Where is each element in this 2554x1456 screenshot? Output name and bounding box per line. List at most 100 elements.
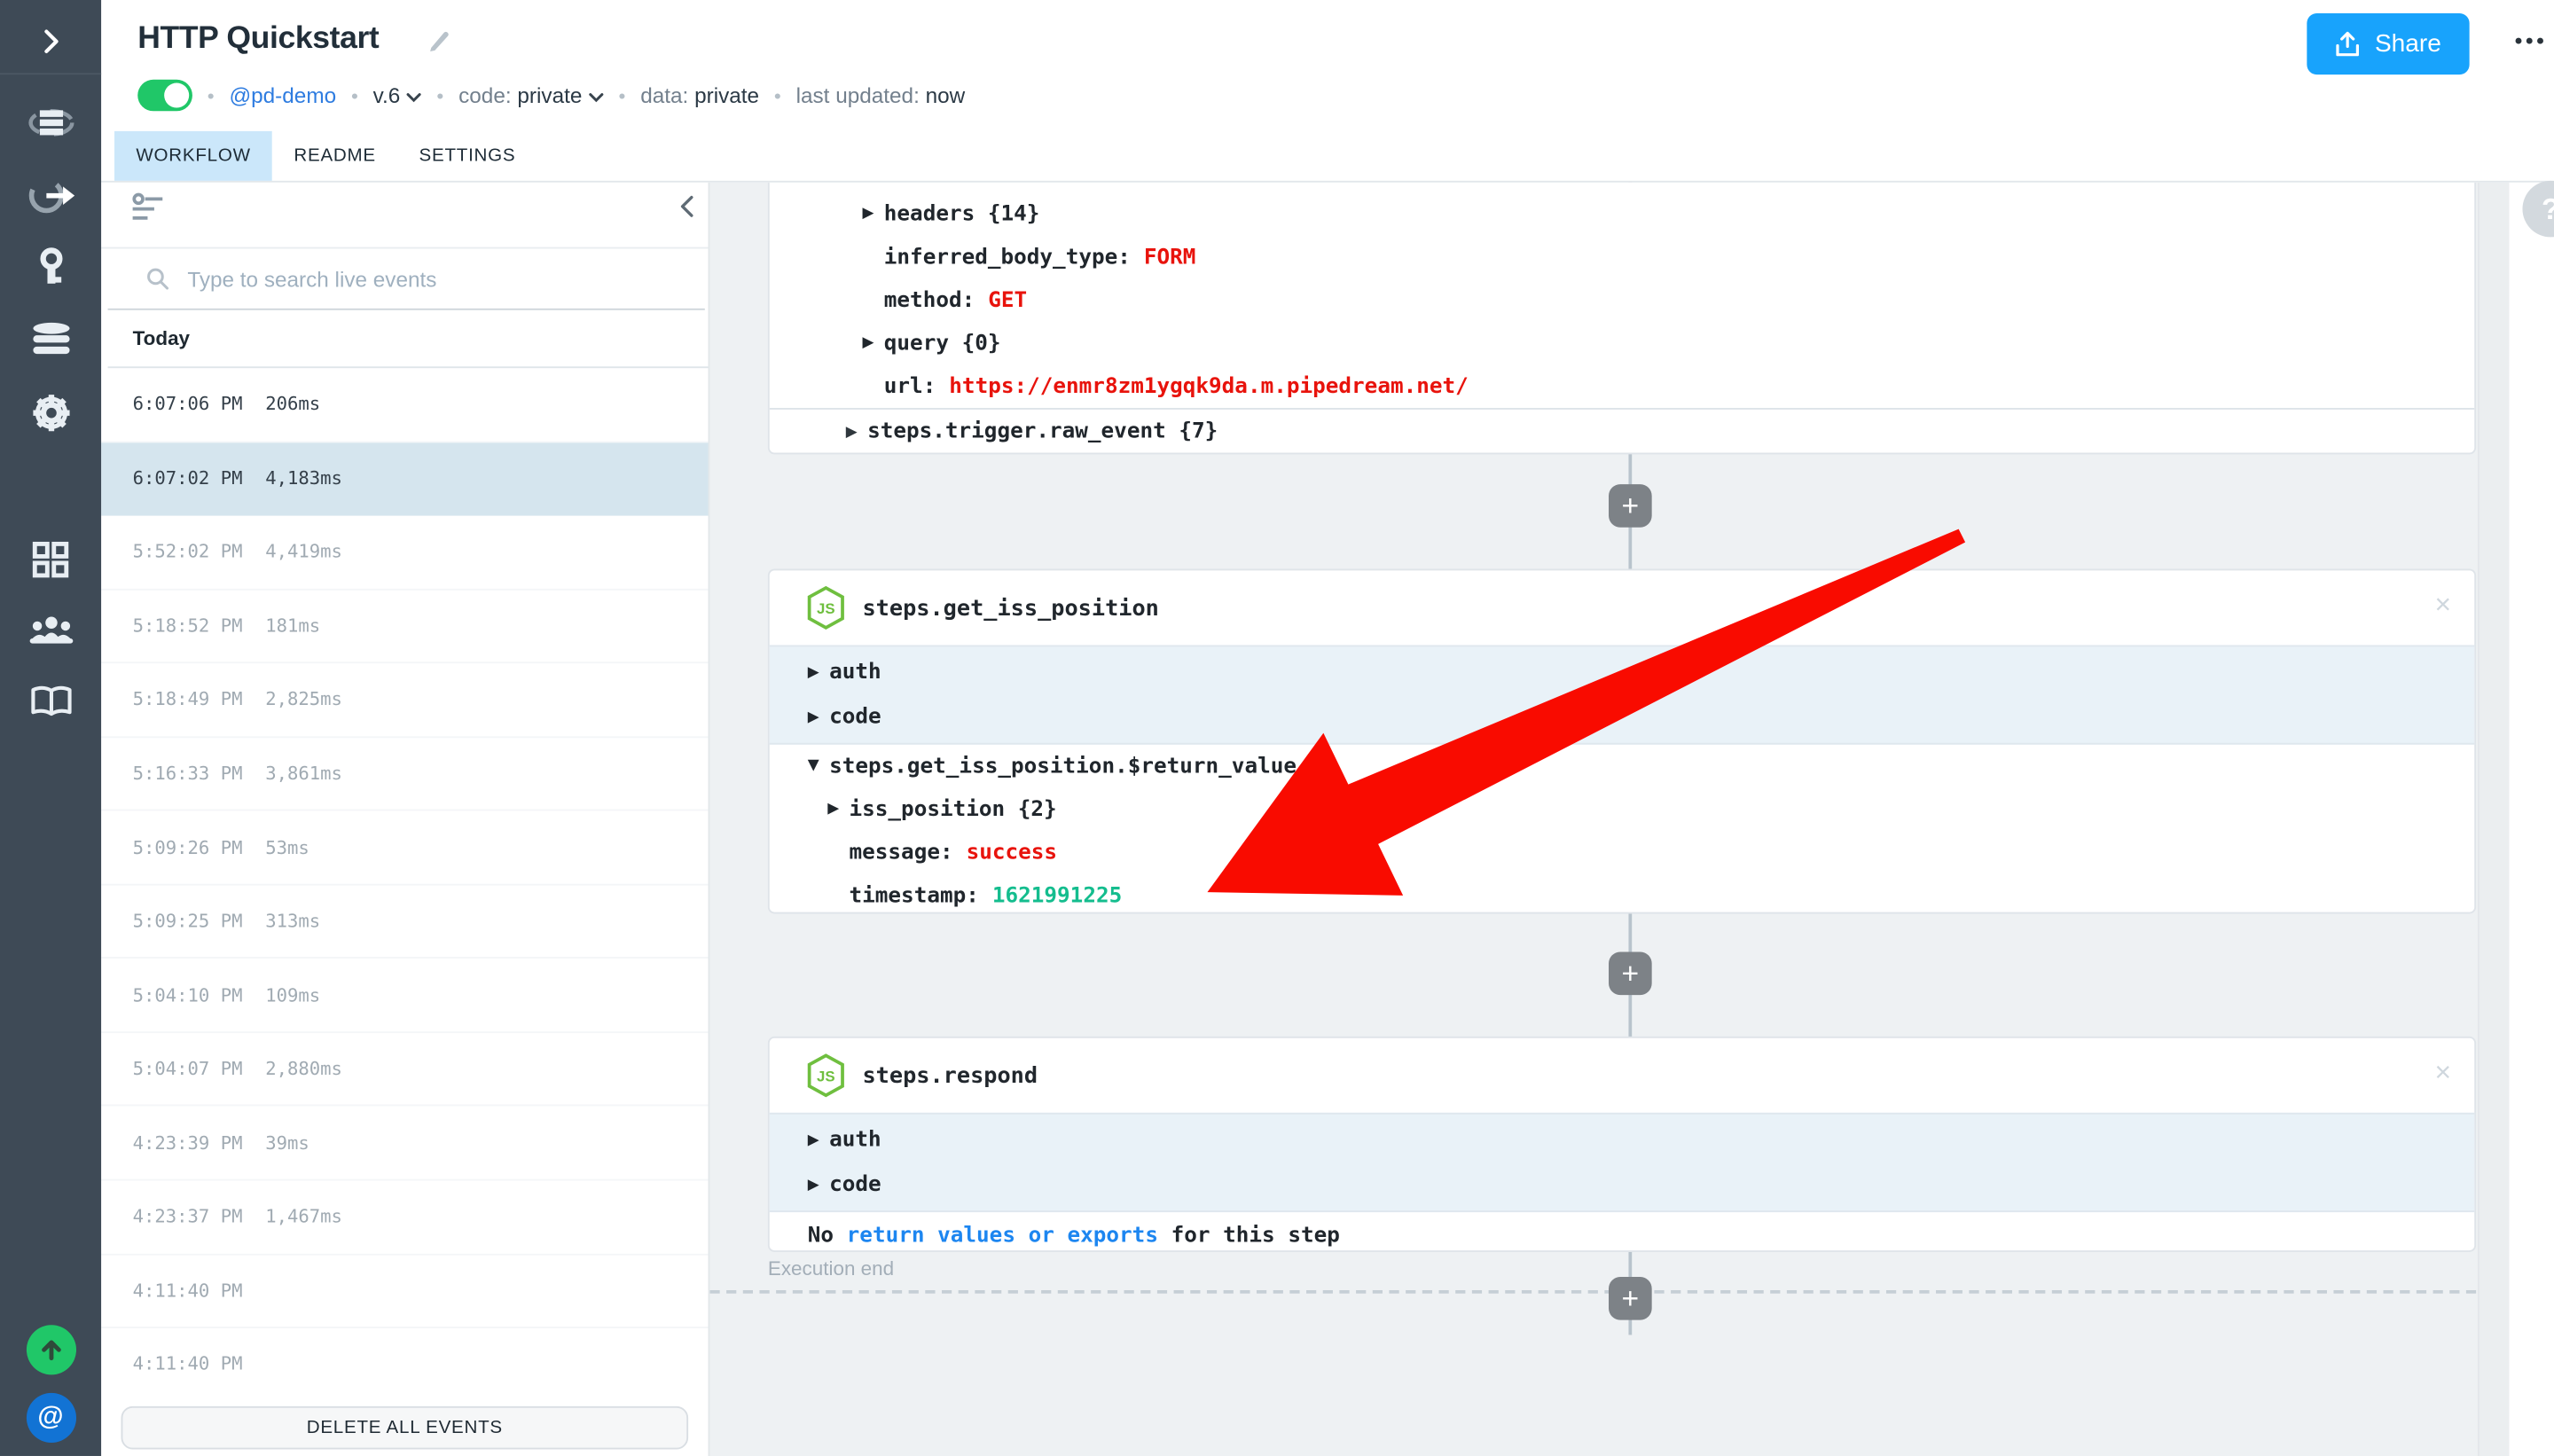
event-list-item[interactable]: 5:18:52 PM 181ms <box>101 590 708 663</box>
code-tree-row[interactable]: inferred_body_type: FORM <box>770 236 2474 279</box>
code-tree-row[interactable]: ▶ iss_position {2} <box>770 787 2474 831</box>
upgrade-icon[interactable] <box>0 1325 101 1374</box>
version-dropdown[interactable]: v.6 <box>373 83 422 108</box>
event-list-item[interactable]: 5:04:10 PM 109ms <box>101 959 708 1033</box>
code-tree-row[interactable]: timestamp: 1621991225 <box>770 874 2474 918</box>
expand-arrow-icon[interactable]: ▶ <box>862 206 883 223</box>
share-icon <box>2335 31 2360 58</box>
code-key: steps.trigger.raw_event {7} <box>867 419 1218 444</box>
code-tree-row[interactable]: method: GET <box>770 278 2474 322</box>
add-step-button[interactable]: + <box>1609 1277 1652 1320</box>
docs-book-icon[interactable] <box>0 677 101 726</box>
event-duration: 3,861ms <box>265 763 342 784</box>
event-duration: 181ms <box>265 615 320 637</box>
collapse-sidebar-chevron-icon[interactable] <box>678 194 695 227</box>
no-return-values-row: No return values or exports for this ste… <box>770 1212 2474 1258</box>
more-options-button[interactable]: ••• <box>2515 28 2548 53</box>
code-key: inferred_body_type: <box>884 245 1131 270</box>
dot-separator: • <box>774 83 781 106</box>
code-key: steps.get_iss_position.$return_value <box>829 754 1297 779</box>
filter-icon[interactable] <box>131 192 164 231</box>
expand-arrow-icon[interactable]: ▶ <box>827 801 849 818</box>
account-link[interactable]: @pd-demo <box>229 83 336 108</box>
code-tree-row[interactable]: ▶ code <box>770 695 2474 740</box>
code-key: code <box>829 705 881 730</box>
code-value: GET <box>988 287 1027 312</box>
event-duration: 313ms <box>265 911 320 932</box>
code-tree-row[interactable]: ▶ headers {14} <box>770 192 2474 236</box>
code-tree-row[interactable]: ▶ auth <box>770 650 2474 694</box>
event-list-item[interactable]: 5:04:07 PM 2,880ms <box>101 1033 708 1107</box>
code-key: method: <box>884 287 975 312</box>
data-visibility: data: private <box>640 83 759 108</box>
svg-text:JS: JS <box>817 1068 835 1084</box>
delete-all-events-button[interactable]: DELETE ALL EVENTS <box>121 1406 689 1450</box>
code-value: 73.71.233.93 <box>1027 183 1183 184</box>
expand-arrow-icon[interactable]: ▶ <box>808 1177 829 1194</box>
add-step-button[interactable]: + <box>1609 484 1652 528</box>
nodejs-icon: JS <box>806 585 846 630</box>
code-tree-row[interactable]: ▶ auth <box>770 1117 2474 1162</box>
active-toggle[interactable] <box>137 80 192 112</box>
settings-gear-icon[interactable] <box>0 388 101 438</box>
account-avatar-icon[interactable]: @ <box>0 1393 101 1443</box>
add-step-button[interactable]: + <box>1609 951 1652 995</box>
event-sources-icon[interactable] <box>0 171 101 221</box>
event-list-item[interactable]: 6:07:06 PM 206ms <box>101 368 708 442</box>
close-step-icon[interactable]: × <box>2434 591 2451 619</box>
page-title: HTTP Quickstart <box>137 21 379 58</box>
sidebar-toolbar <box>101 183 708 249</box>
event-list-item[interactable]: 4:11:40 PM <box>101 1328 708 1396</box>
apps-grid-icon[interactable] <box>0 534 101 583</box>
chevron-down-icon <box>407 83 422 108</box>
event-list-item[interactable]: 4:23:37 PM 1,467ms <box>101 1181 708 1255</box>
close-step-icon[interactable]: × <box>2434 1058 2451 1086</box>
help-button[interactable]: ? <box>2522 181 2554 238</box>
event-time: 5:16:33 PM <box>133 763 266 784</box>
expand-arrow-icon[interactable]: ▶ <box>808 708 829 725</box>
return-values-link[interactable]: return values or exports <box>847 1223 1158 1248</box>
code-tree-row[interactable]: ▼ steps.get_iss_position.$return_value <box>770 745 2474 788</box>
code-visibility-dropdown[interactable]: code: private <box>458 83 604 108</box>
expand-arrow-icon[interactable]: ▶ <box>862 335 883 352</box>
event-duration: 2,880ms <box>265 1058 342 1079</box>
event-list-item[interactable]: 4:23:39 PM 39ms <box>101 1107 708 1180</box>
search-row <box>108 249 705 310</box>
expand-arrow-icon[interactable]: ▶ <box>808 1131 829 1148</box>
code-tree-row[interactable]: message: success <box>770 831 2474 874</box>
tab[interactable]: WORKFLOW <box>114 131 272 181</box>
code-tree-row[interactable]: url: https://enmr8zm1ygqk9da.m.pipedream… <box>770 364 2474 408</box>
event-list-item[interactable]: 4:11:40 PM <box>101 1255 708 1328</box>
code-key: url: <box>884 374 936 399</box>
tab[interactable]: README <box>272 131 397 181</box>
community-icon[interactable] <box>0 606 101 655</box>
expand-arrow-icon[interactable]: ▶ <box>808 664 829 681</box>
event-list-item[interactable]: 5:09:26 PM 53ms <box>101 811 708 885</box>
data-stores-icon[interactable] <box>0 315 101 364</box>
event-list-item[interactable]: 5:09:25 PM 313ms <box>101 885 708 959</box>
event-list-item[interactable]: 5:16:33 PM 3,861ms <box>101 738 708 811</box>
code-tree-row[interactable]: ▶ query {0} <box>770 322 2474 365</box>
expand-arrow-icon[interactable]: ▶ <box>846 424 867 441</box>
expand-arrow-icon[interactable]: ▼ <box>808 758 829 775</box>
code-tree-row[interactable]: ▶ code <box>770 1162 2474 1207</box>
tab[interactable]: SETTINGS <box>397 131 537 181</box>
chevron-down-icon <box>589 83 604 108</box>
edit-title-pencil-icon[interactable] <box>426 27 450 52</box>
event-time: 5:18:52 PM <box>133 615 266 637</box>
search-input[interactable] <box>184 264 705 293</box>
expand-rail-chevron-icon[interactable] <box>0 17 101 67</box>
event-list-item[interactable]: 5:52:02 PM 4,419ms <box>101 516 708 590</box>
step-card-header: JS steps.respond × <box>770 1038 2474 1113</box>
code-tree-row[interactable]: client_ip: 73.71.233.93 <box>770 183 2474 192</box>
event-list-item[interactable]: 5:18:49 PM 2,825ms <box>101 663 708 737</box>
raw-event-row[interactable]: ▶ steps.trigger.raw_event {7} <box>770 408 2474 454</box>
events-section-header: Today <box>108 310 709 368</box>
event-list-item[interactable]: 6:07:02 PM 4,183ms <box>101 442 708 515</box>
share-button[interactable]: Share <box>2307 13 2469 74</box>
event-time: 5:52:02 PM <box>133 541 266 562</box>
workflows-icon[interactable] <box>0 98 101 147</box>
keys-icon[interactable] <box>0 244 101 294</box>
workflow-canvas: client_ip: 73.71.233.93 ▶ headers {14} i… <box>709 183 2509 1456</box>
canvas-scrollbar[interactable] <box>2478 183 2510 1456</box>
